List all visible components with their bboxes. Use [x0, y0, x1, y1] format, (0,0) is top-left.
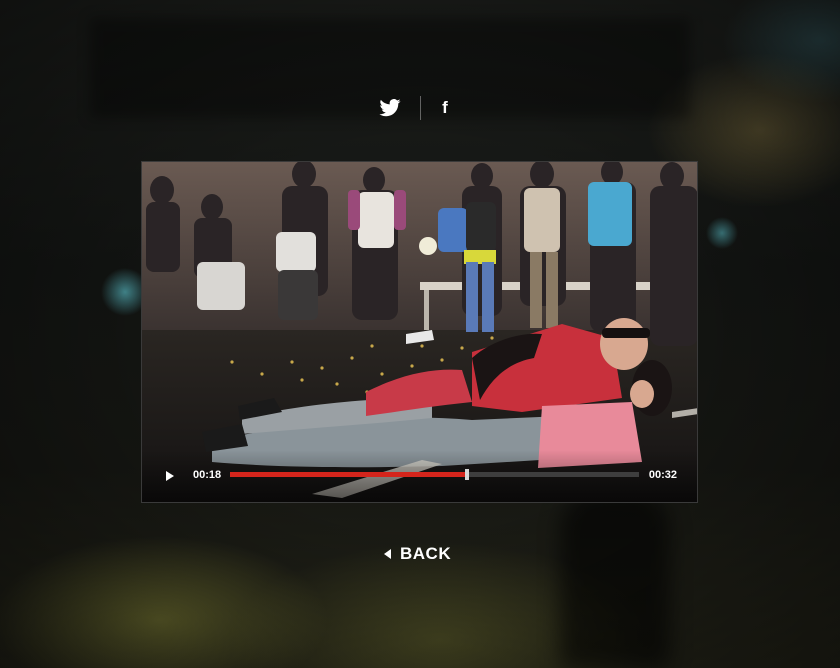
caret-left-icon	[384, 549, 391, 559]
total-duration: 00:32	[648, 469, 677, 481]
progress-fill	[230, 472, 468, 477]
back-label: BACK	[400, 544, 452, 563]
current-time: 00:18	[193, 469, 222, 481]
page-background: f 00:18 00:32 BACK	[0, 0, 840, 668]
social-divider	[420, 96, 421, 120]
twitter-icon[interactable]	[379, 99, 401, 117]
facebook-icon[interactable]: f	[438, 98, 452, 118]
back-button[interactable]: BACK	[384, 543, 451, 565]
video-controls: 00:18 00:32	[142, 450, 697, 502]
play-icon[interactable]	[164, 470, 176, 482]
progress-bar[interactable]	[230, 469, 639, 480]
scrubber-handle[interactable]	[465, 469, 470, 480]
video-player[interactable]: 00:18 00:32	[141, 161, 698, 503]
social-share-bar: f	[370, 94, 470, 122]
